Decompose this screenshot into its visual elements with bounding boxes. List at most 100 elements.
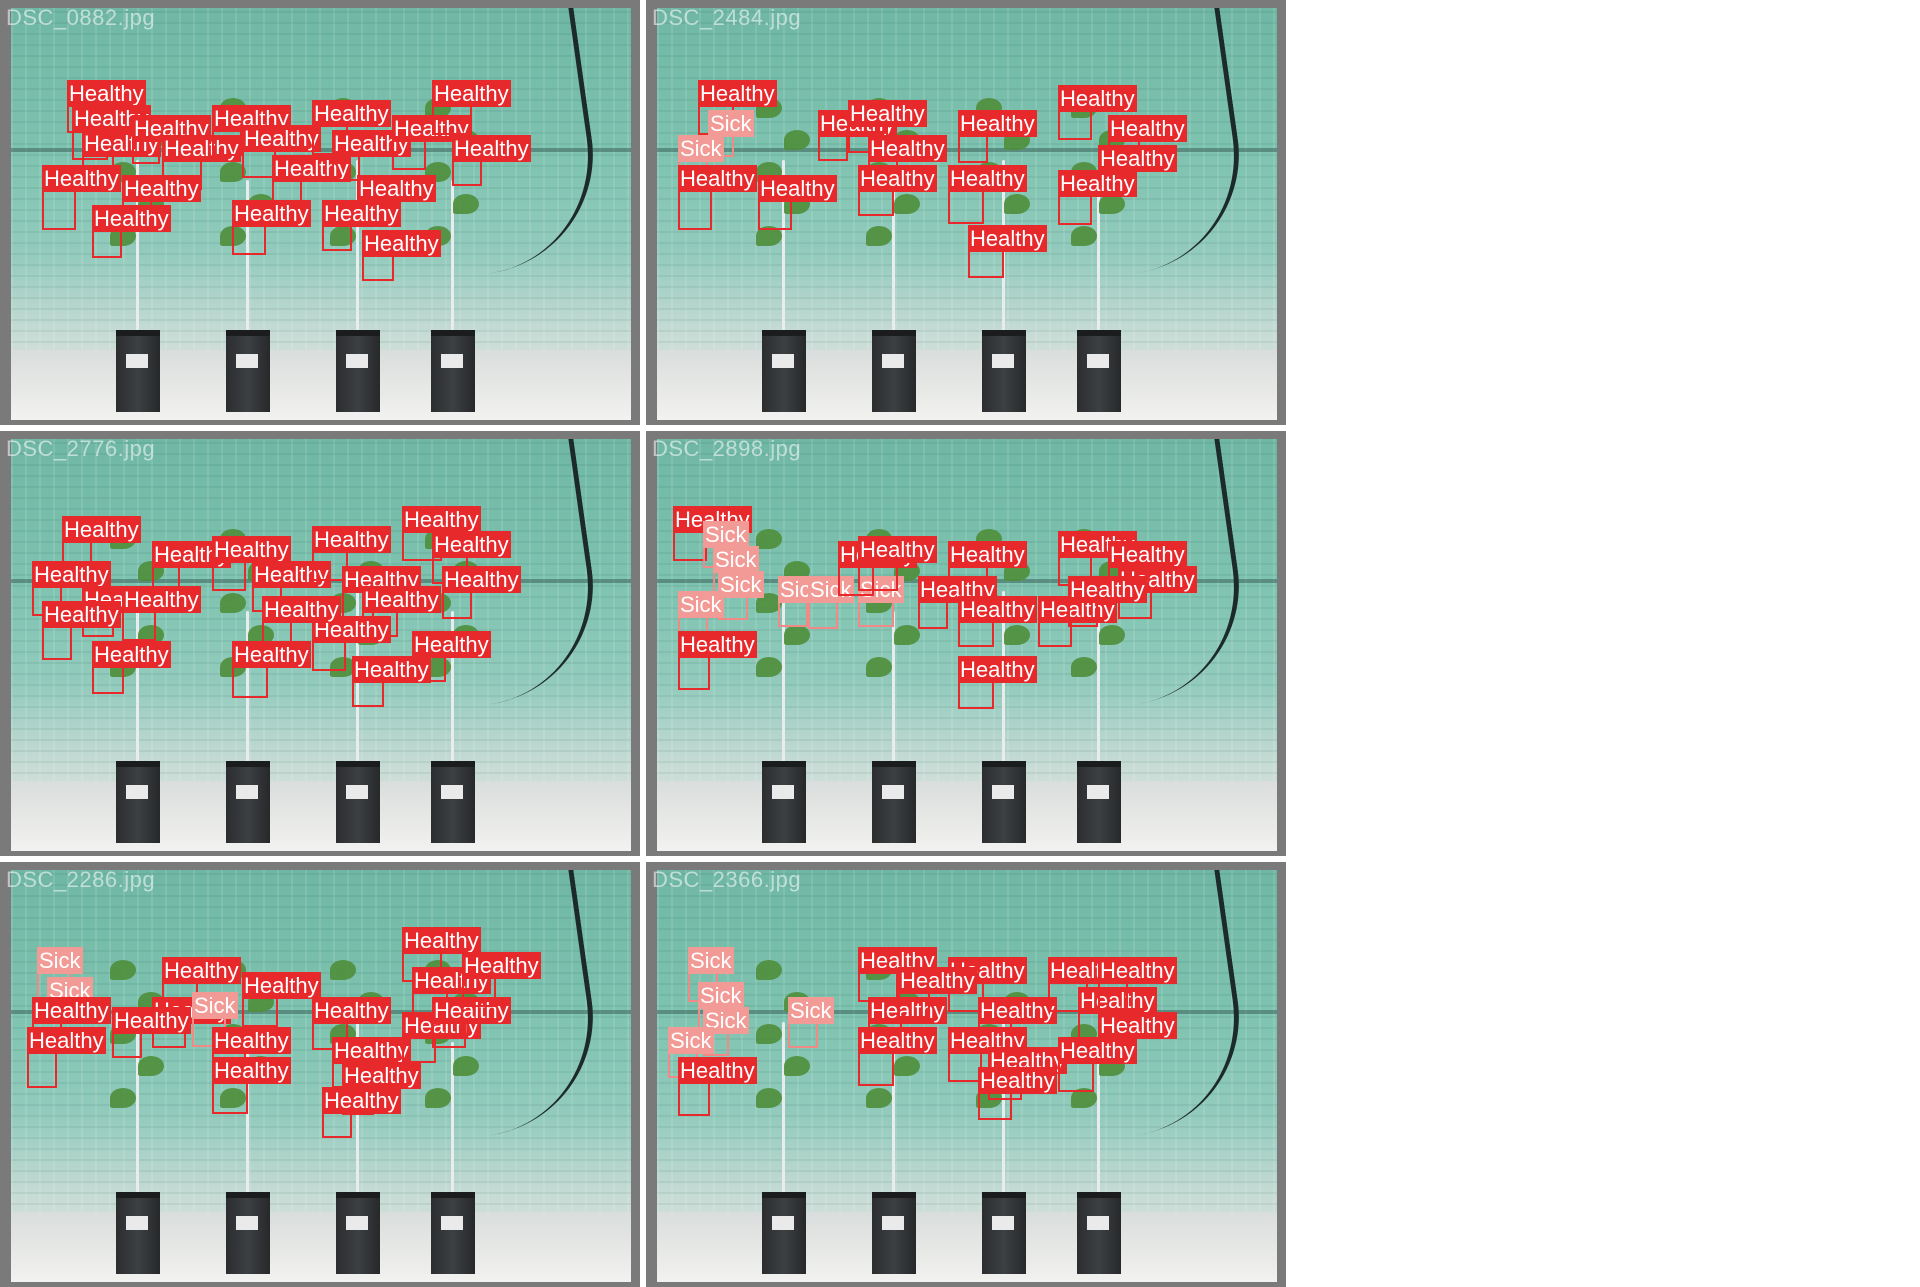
detection-label: Healthy [162,957,241,984]
detection-label: Healthy [1108,541,1187,568]
detection-box-healthy: Healthy [978,1067,1057,1120]
detection-box-healthy: Healthy [958,656,1037,709]
detection-box-healthy: Healthy [452,135,531,186]
detection-label: Sick [788,997,834,1024]
detection-box-healthy: Healthy [858,536,937,591]
image-filename: DSC_2898.jpg [652,436,802,461]
detection-box-healthy: Healthy [1098,957,1177,1010]
detection-box-sick: Sick [778,576,824,627]
detection-label: Healthy [898,967,977,994]
detection-box-healthy: Healthy [212,105,291,156]
detection-label: Healthy [948,165,1027,192]
detection-box-healthy: Healthy [858,165,937,216]
detection-mosaic: DSC_0882.jpg Healthy Healthy Healthy Health… [0,0,1290,1287]
detection-box-healthy: Healthy [678,165,757,230]
detection-label: Healthy [352,656,431,683]
detection-overlay: Healthy Healthy Healthy Healthy Healthy Healt… [0,0,640,425]
detection-box-sick: Sick [808,576,854,629]
detection-box-healthy: Healthy [898,967,977,1018]
image-filename: DSC_0882.jpg [6,5,156,30]
detection-box-healthy: Healthy [1038,596,1117,647]
detection-label: Healthy [232,200,311,227]
detection-label: Healthy [958,596,1037,623]
detection-label: Healthy [868,135,947,162]
detection-label: Healthy [42,165,121,192]
detection-box-healthy: Healthy [322,1087,401,1138]
detection-label: Healthy [32,561,111,588]
detection-box-healthy: Healthy [678,1057,757,1116]
detection-label: Healthy [262,596,341,623]
detection-box-healthy: Healthy [1058,170,1137,225]
detection-label: Healthy [958,656,1037,683]
detection-label: Healthy [442,566,521,593]
detection-label: Healthy [242,125,321,152]
detection-label: Healthy [402,927,481,954]
detection-label: Healthy [452,135,531,162]
detection-label: Healthy [1058,85,1137,112]
detection-box-healthy: Healthy [442,566,521,619]
detection-box-healthy: Healthy [232,641,311,698]
detection-label: Healthy [858,536,937,563]
detection-label: Healthy [1058,170,1137,197]
detection-label: Sick [713,546,759,573]
detection-overlay: Sick Sick Sick Sick Sick Healthy Healthy Health… [646,862,1286,1287]
detection-box-healthy: Healthy [242,972,321,1027]
detection-box-healthy: Healthy [92,641,171,694]
detection-label: Healthy [62,516,141,543]
image-tile: DSC_2898.jpg Healthy Sick Sick Sick Sick Sick… [646,431,1286,856]
detection-label: Healthy [412,631,491,658]
detection-label: Healthy [678,631,757,658]
detection-box-healthy: Healthy [392,115,471,170]
detection-label: Sick [668,1027,714,1054]
image-tile: DSC_2776.jpg Healthy Healthy Healthy Health… [0,431,640,856]
image-filename: DSC_2286.jpg [6,867,156,892]
detection-label: Healthy [948,541,1027,568]
detection-box-healthy: Healthy [1058,1037,1137,1092]
detection-label: Healthy [858,1027,937,1054]
detection-label: Healthy [432,531,511,558]
detection-label: Healthy [462,952,541,979]
detection-label: Healthy [122,586,201,613]
detection-label: Healthy [432,80,511,107]
detection-label: Healthy [678,1057,757,1084]
detection-label: Sick [678,591,724,618]
detection-box-healthy: Healthy [122,586,201,641]
detection-label: Sick [192,992,238,1019]
detection-label: Healthy [312,526,391,553]
detection-label: Healthy [978,997,1057,1024]
detection-overlay: Healthy Sick Sick Healthy Healthy Healthy Heal… [646,0,1286,425]
detection-label: Healthy [362,230,441,257]
detection-box-sick: Sick [788,997,834,1048]
image-filename: DSC_2776.jpg [6,436,156,461]
detection-label: Sick [688,947,734,974]
detection-label: Healthy [42,601,121,628]
detection-label: Healthy [67,80,146,107]
detection-box-healthy: Healthy [1058,85,1137,140]
detection-label: Healthy [968,225,1047,252]
detection-box-healthy: Healthy [818,110,897,161]
detection-label: Healthy [1098,1012,1177,1039]
detection-label: Healthy [92,205,171,232]
detection-box-healthy: Healthy [402,1012,481,1063]
detection-label: Healthy [322,200,401,227]
image-tile: DSC_2484.jpg Healthy Sick Sick Healthy Healt… [646,0,1286,425]
detection-box-healthy: Healthy [352,656,431,707]
detection-box-healthy: Healthy [958,110,1037,163]
detection-box-healthy: Healthy [673,506,752,561]
detection-label: Sick [678,135,724,162]
detection-label: Healthy [1108,115,1187,142]
detection-box-healthy: Healthy [1068,576,1147,627]
detection-label: Healthy [122,175,201,202]
detection-box-healthy: Healthy [432,997,511,1048]
image-filename: DSC_2366.jpg [652,867,802,892]
detection-label: Healthy [848,100,927,127]
detection-box-healthy: Healthy [132,115,211,164]
detection-box-healthy: Healthy [262,596,341,647]
detection-box-healthy: Healthy [968,225,1047,278]
detection-label: Healthy [758,175,837,202]
detection-box-healthy: Healthy [312,616,391,671]
detection-box-healthy: Healthy [432,80,511,135]
detection-label: Sick [698,982,744,1009]
detection-label: Healthy [212,1057,291,1084]
detection-box-healthy: Healthy [212,536,291,591]
